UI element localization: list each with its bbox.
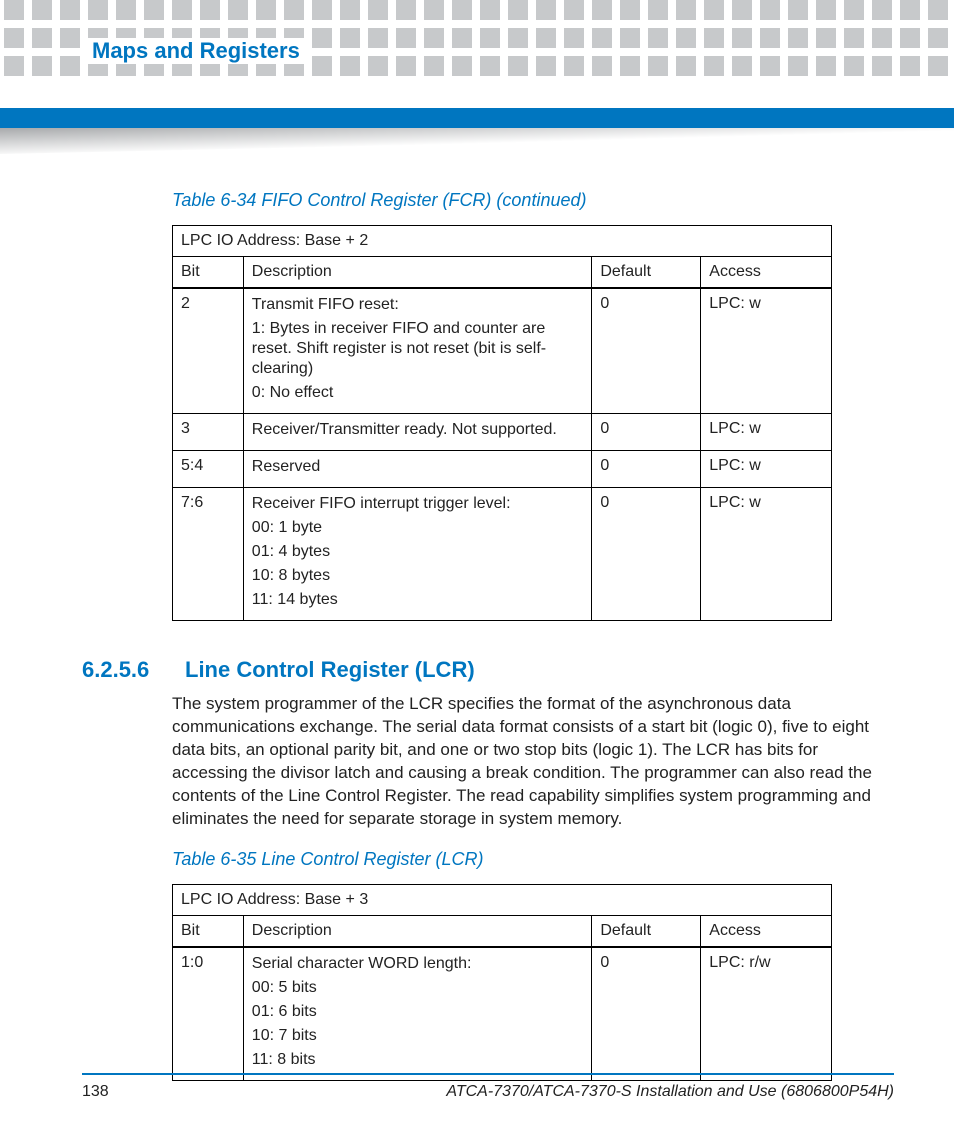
cell-bit: 5:4 <box>173 451 244 488</box>
desc-line: 11: 14 bytes <box>252 590 584 610</box>
desc-line: 0: No effect <box>252 383 584 403</box>
desc-line: Reserved <box>252 457 584 477</box>
table-row: Bit Description Default Access <box>173 257 832 289</box>
cell-description: Receiver FIFO interrupt trigger level: 0… <box>243 488 592 621</box>
col-header: Default <box>592 257 701 289</box>
cell-default: 0 <box>592 414 701 451</box>
desc-line: 11: 8 bits <box>252 1050 584 1070</box>
table-row: 5:4 Reserved 0 LPC: w <box>173 451 832 488</box>
cell-access: LPC: w <box>701 288 832 414</box>
col-header: Bit <box>173 915 244 947</box>
document-page: { "header": { "running_title": "Maps and… <box>0 0 954 1145</box>
cell-access: LPC: w <box>701 451 832 488</box>
table-address-line: LPC IO Address: Base + 3 <box>173 884 832 915</box>
col-header: Access <box>701 257 832 289</box>
desc-line: 00: 1 byte <box>252 518 584 538</box>
table-address-line: LPC IO Address: Base + 2 <box>173 226 832 257</box>
desc-line: 01: 6 bits <box>252 1002 584 1022</box>
col-header: Description <box>243 257 592 289</box>
header-gray-wedge <box>0 128 954 154</box>
table-row: 3 Receiver/Transmitter ready. Not suppor… <box>173 414 832 451</box>
running-header-title: Maps and Registers <box>82 38 310 64</box>
col-header: Access <box>701 915 832 947</box>
table-caption: Table 6-34 FIFO Control Register (FCR) (… <box>172 190 894 211</box>
desc-line: Receiver FIFO interrupt trigger level: <box>252 494 584 514</box>
col-header: Bit <box>173 257 244 289</box>
desc-line: 10: 7 bits <box>252 1026 584 1046</box>
cell-bit: 7:6 <box>173 488 244 621</box>
cell-bit: 1:0 <box>173 947 244 1081</box>
cell-access: LPC: w <box>701 414 832 451</box>
desc-line: 00: 5 bits <box>252 978 584 998</box>
table-row: LPC IO Address: Base + 3 <box>173 884 832 915</box>
cell-access: LPC: r/w <box>701 947 832 1081</box>
section-paragraph: The system programmer of the LCR specifi… <box>172 693 892 831</box>
page-content: Table 6-34 FIFO Control Register (FCR) (… <box>82 180 894 1081</box>
col-header: Default <box>592 915 701 947</box>
page-footer: 138 ATCA-7370/ATCA-7370-S Installation a… <box>82 1073 894 1101</box>
desc-line: 01: 4 bytes <box>252 542 584 562</box>
section-heading: 6.2.5.6 Line Control Register (LCR) <box>82 657 894 683</box>
desc-line: 10: 8 bytes <box>252 566 584 586</box>
footer-doc-title: ATCA-7370/ATCA-7370-S Installation and U… <box>446 1083 894 1101</box>
cell-access: LPC: w <box>701 488 832 621</box>
desc-line: Receiver/Transmitter ready. Not supporte… <box>252 420 584 440</box>
desc-line: Serial character WORD length: <box>252 954 584 974</box>
cell-default: 0 <box>592 451 701 488</box>
table-row: LPC IO Address: Base + 2 <box>173 226 832 257</box>
table-row: 2 Transmit FIFO reset: 1: Bytes in recei… <box>173 288 832 414</box>
fcr-table: LPC IO Address: Base + 2 Bit Description… <box>172 225 832 621</box>
cell-bit: 3 <box>173 414 244 451</box>
cell-description: Transmit FIFO reset: 1: Bytes in receive… <box>243 288 592 414</box>
cell-description: Receiver/Transmitter ready. Not supporte… <box>243 414 592 451</box>
desc-line: Transmit FIFO reset: <box>252 295 584 315</box>
table-caption: Table 6-35 Line Control Register (LCR) <box>172 849 894 870</box>
table-row: 1:0 Serial character WORD length: 00: 5 … <box>173 947 832 1081</box>
page-number: 138 <box>82 1083 109 1101</box>
cell-default: 0 <box>592 488 701 621</box>
col-header: Description <box>243 915 592 947</box>
section-number: 6.2.5.6 <box>82 657 157 683</box>
section-title: Line Control Register (LCR) <box>185 657 475 683</box>
desc-line: 1: Bytes in receiver FIFO and counter ar… <box>252 319 584 379</box>
table-row: Bit Description Default Access <box>173 915 832 947</box>
lcr-table: LPC IO Address: Base + 3 Bit Description… <box>172 884 832 1081</box>
cell-description: Reserved <box>243 451 592 488</box>
table-row: 7:6 Receiver FIFO interrupt trigger leve… <box>173 488 832 621</box>
header-blue-bar <box>0 108 954 128</box>
cell-default: 0 <box>592 288 701 414</box>
cell-description: Serial character WORD length: 00: 5 bits… <box>243 947 592 1081</box>
cell-bit: 2 <box>173 288 244 414</box>
cell-default: 0 <box>592 947 701 1081</box>
